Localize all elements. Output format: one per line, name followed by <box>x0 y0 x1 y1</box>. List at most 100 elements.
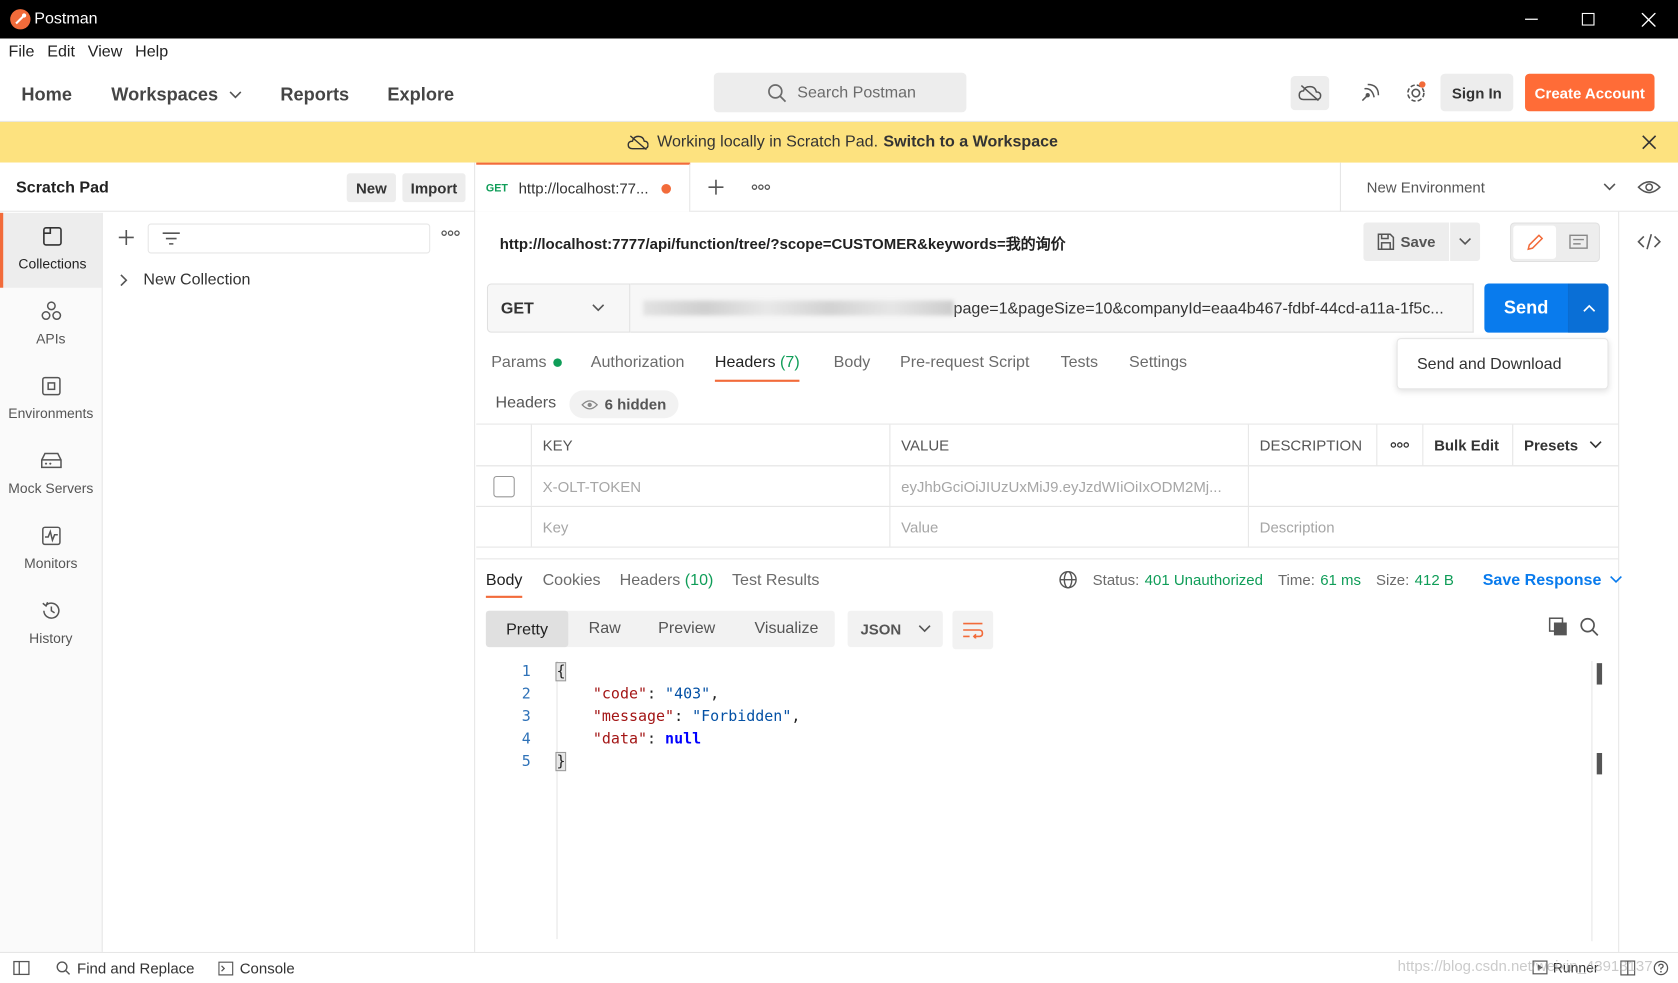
time-value[interactable]: 61 ms <box>1320 571 1361 588</box>
close-window-button[interactable] <box>1618 0 1678 39</box>
settings-gear-icon[interactable] <box>1404 81 1428 105</box>
status-label: Status: <box>1092 571 1140 589</box>
view-visualize-tab[interactable]: Visualize <box>754 619 818 637</box>
collection-item[interactable]: New Collection <box>120 271 250 289</box>
environment-select[interactable]: New Environment <box>1339 162 1618 212</box>
nav-explore[interactable]: Explore <box>387 84 454 105</box>
close-banner-icon[interactable] <box>1642 135 1657 150</box>
tab-authorization[interactable]: Authorization <box>591 353 685 371</box>
checkbox[interactable] <box>492 475 515 497</box>
code-line: "data": null <box>592 730 702 748</box>
bulk-edit-button[interactable]: Bulk Edit <box>1423 424 1514 466</box>
console-button[interactable]: Console <box>218 959 295 977</box>
save-options-button[interactable] <box>1450 222 1481 261</box>
header-key-cell[interactable]: X-OLT-TOKEN <box>532 466 891 506</box>
scrollbar-thumb-mark[interactable] <box>1596 752 1603 775</box>
tab-options-icon[interactable] <box>751 184 771 190</box>
tab-settings[interactable]: Settings <box>1129 353 1187 371</box>
tab-tests[interactable]: Tests <box>1061 353 1098 371</box>
size-value[interactable]: 412 B <box>1415 571 1454 588</box>
status-value[interactable]: 401 Unauthorized <box>1145 571 1263 588</box>
column-options-icon[interactable] <box>1377 424 1424 466</box>
response-scrollbar[interactable] <box>1591 661 1604 942</box>
hidden-headers-toggle[interactable]: 6 hidden <box>569 390 679 419</box>
wrap-lines-icon[interactable] <box>952 610 994 650</box>
send-button[interactable]: Send <box>1484 283 1567 332</box>
request-tab[interactable]: GET http://localhost:77... <box>476 162 691 212</box>
method-select[interactable]: GET <box>486 283 631 333</box>
copy-icon[interactable] <box>1548 617 1568 636</box>
new-tab-icon[interactable] <box>707 179 724 196</box>
request-name[interactable]: http://localhost:7777/api/function/tree/… <box>500 233 1066 254</box>
presets-dropdown[interactable]: Presets <box>1513 425 1618 466</box>
header-value-cell[interactable]: eyJhbGciOiJIUzUxMiJ9.eyJzdWIiOiIxODM2Mj.… <box>890 466 1249 506</box>
save-response-button[interactable]: Save Response <box>1483 571 1602 589</box>
scrollbar-thumb-top[interactable] <box>1596 663 1603 685</box>
search-input[interactable]: Search Postman <box>713 72 967 113</box>
format-select[interactable]: JSON <box>847 610 943 648</box>
view-raw-tab[interactable]: Raw <box>589 619 621 637</box>
minimize-button[interactable] <box>1501 0 1561 39</box>
rail-collections[interactable]: Collections <box>0 212 102 288</box>
filter-input[interactable] <box>147 223 431 254</box>
row-enable-checkbox[interactable] <box>476 466 532 506</box>
code-snippet-icon[interactable] <box>1637 233 1661 250</box>
rail-monitors[interactable]: Monitors <box>0 512 102 587</box>
search-response-icon[interactable] <box>1580 617 1599 636</box>
response-tab-test-results[interactable]: Test Results <box>732 571 819 589</box>
tab-method: GET <box>485 182 508 195</box>
find-replace-button[interactable]: Find and Replace <box>56 959 195 977</box>
rail-mock-servers[interactable]: Mock Servers <box>0 437 102 512</box>
code-lines: { "code": "403", "message": "Forbidden",… <box>555 661 800 773</box>
response-tab-cookies[interactable]: Cookies <box>543 571 601 589</box>
send-options-button[interactable] <box>1567 283 1609 333</box>
rail-apis[interactable]: APIs <box>0 288 102 363</box>
help-icon[interactable] <box>1653 960 1669 976</box>
new-key-input[interactable]: Key <box>532 506 891 547</box>
url-input[interactable]: page=1&pageSize=10&companyId=eaa4b467-fd… <box>630 283 1474 333</box>
rail-environments[interactable]: Environments <box>0 363 102 438</box>
tab-headers-label: Headers <box>714 352 776 372</box>
save-icon <box>1377 233 1394 250</box>
menu-view[interactable]: View <box>88 43 123 61</box>
sync-cloud-icon[interactable] <box>1290 75 1330 111</box>
nav-home[interactable]: Home <box>21 84 72 105</box>
view-preview-tab[interactable]: Preview <box>658 619 715 637</box>
create-account-button[interactable]: Create Account <box>1525 73 1655 112</box>
environment-quick-look-icon[interactable] <box>1637 179 1661 196</box>
nav-workspaces-label: Workspaces <box>111 84 219 105</box>
nav-reports[interactable]: Reports <box>280 84 349 105</box>
title-bar: Postman <box>0 0 1678 39</box>
menu-help[interactable]: Help <box>135 43 168 61</box>
sign-in-button[interactable]: Sign In <box>1440 73 1514 112</box>
view-pretty-tab[interactable]: Pretty <box>485 610 569 648</box>
import-button[interactable]: Import <box>402 173 466 203</box>
new-button[interactable]: New <box>346 173 396 203</box>
tab-params[interactable]: Params <box>491 353 562 371</box>
response-tab-body[interactable]: Body <box>485 571 523 598</box>
add-collection-icon[interactable] <box>118 229 135 246</box>
tab-headers[interactable]: Headers (7) <box>714 352 800 382</box>
send-and-download-option[interactable]: Send and Download <box>1396 337 1609 390</box>
maximize-button[interactable] <box>1558 0 1618 39</box>
header-description-cell[interactable] <box>1249 466 1618 506</box>
nav-workspaces[interactable]: Workspaces <box>111 84 242 105</box>
tab-prerequest-script[interactable]: Pre-request Script <box>900 353 1029 371</box>
menu-file[interactable]: File <box>9 43 35 61</box>
rail-history[interactable]: History <box>0 587 102 662</box>
more-options-icon[interactable] <box>441 230 460 236</box>
new-description-input[interactable]: Description <box>1249 507 1618 547</box>
tab-body[interactable]: Body <box>834 353 871 371</box>
row-empty-checkbox-cell <box>476 506 532 547</box>
response-body[interactable]: 1 2 3 4 5 { "code": "403", "message": "F… <box>486 661 1599 940</box>
comments-icon[interactable] <box>1560 226 1596 259</box>
response-tab-headers[interactable]: Headers (10) <box>620 571 714 589</box>
globe-icon[interactable] <box>1058 570 1077 589</box>
toggle-sidebar-icon[interactable] <box>13 960 30 976</box>
menu-edit[interactable]: Edit <box>47 43 75 61</box>
satellite-icon[interactable] <box>1359 82 1380 103</box>
new-value-input[interactable]: Value <box>890 506 1249 547</box>
save-button[interactable]: Save <box>1363 222 1450 261</box>
edit-pencil-icon[interactable] <box>1513 225 1557 259</box>
switch-workspace-link[interactable]: Switch to a Workspace <box>883 133 1058 151</box>
